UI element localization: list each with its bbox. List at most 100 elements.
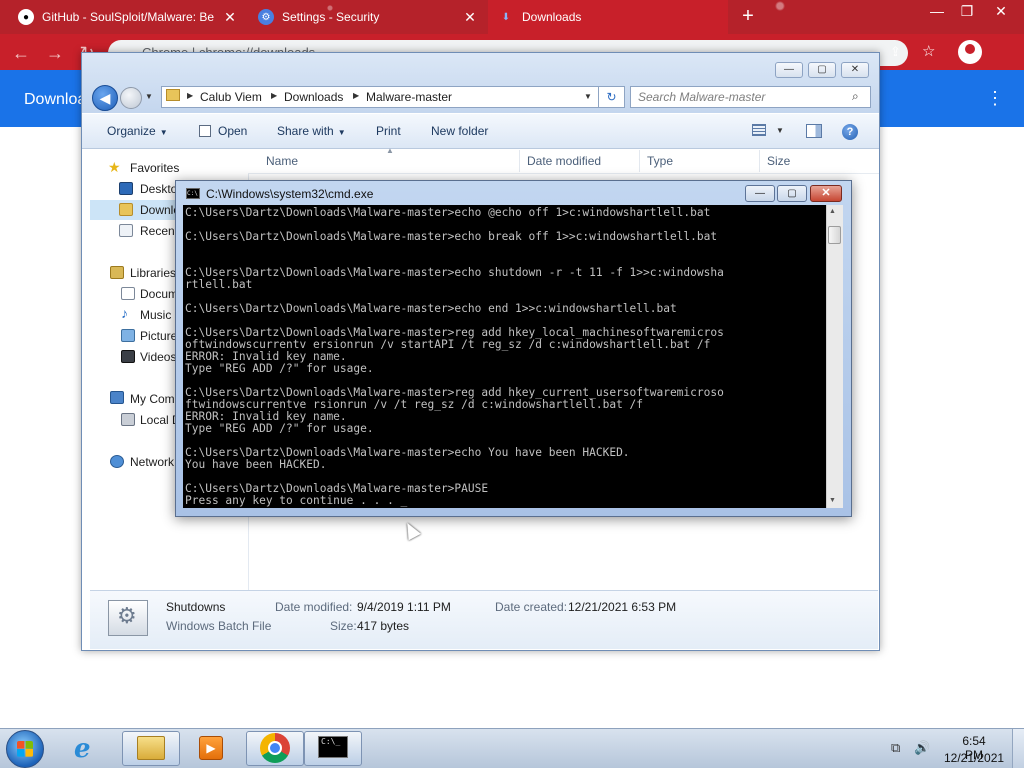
profile-avatar[interactable]: [958, 40, 982, 64]
breadcrumb-user[interactable]: Calub Viem: [200, 90, 262, 104]
batch-file-gear-icon: [108, 600, 148, 636]
local-disk-icon: [121, 413, 135, 426]
close-tab-icon[interactable]: ✕: [222, 9, 238, 26]
desktop-icon: [119, 182, 133, 195]
organize-button[interactable]: Organize ▼: [107, 124, 168, 138]
more-menu-icon[interactable]: ⋮: [986, 88, 1004, 109]
forward-arrow-icon[interactable]: →: [44, 42, 66, 64]
tab-downloads[interactable]: ⬇ Downloads: [488, 0, 728, 34]
chrome-restore-button[interactable]: ❐: [952, 0, 982, 26]
explorer-minimize-button[interactable]: —: [775, 62, 803, 78]
details-date-created-label: Date created:: [495, 600, 568, 614]
documents-icon: [121, 287, 135, 300]
help-icon[interactable]: ?: [842, 124, 858, 140]
cmd-maximize-button[interactable]: ▢: [777, 185, 807, 202]
media-player-icon: ▶: [199, 736, 223, 760]
share-icon[interactable]: ⇪: [890, 44, 901, 60]
pictures-icon: [121, 329, 135, 342]
details-date-created: 12/21/2021 6:53 PM: [568, 600, 677, 614]
column-separator[interactable]: [639, 150, 640, 172]
explorer-forward-button[interactable]: [120, 87, 142, 109]
close-tab-icon[interactable]: ✕: [462, 9, 478, 26]
address-dropdown-chevron-icon[interactable]: ▼: [584, 92, 592, 101]
recent-locations-chevron-icon[interactable]: ▼: [145, 92, 153, 101]
downloads-tab-icon: ⬇: [498, 9, 514, 25]
search-placeholder: Search Malware-master: [638, 90, 766, 104]
open-button[interactable]: Open: [218, 124, 247, 138]
cmd-close-button[interactable]: ✕: [810, 185, 842, 202]
network-icon: [110, 455, 124, 468]
share-with-button[interactable]: Share with ▼: [277, 124, 346, 138]
explorer-back-button[interactable]: ◀: [92, 85, 118, 111]
scroll-up-arrow-icon[interactable]: ▲: [829, 208, 836, 215]
bookmark-star-icon[interactable]: ☆: [922, 42, 935, 60]
nav-music[interactable]: Music: [140, 308, 171, 322]
cmd-console[interactable]: C:\Users\Dartz\Downloads\Malware-master>…: [183, 205, 826, 508]
scroll-down-arrow-icon[interactable]: ▼: [829, 497, 836, 504]
internet-explorer-icon: e: [74, 734, 91, 764]
start-button[interactable]: [6, 730, 44, 768]
volume-icon[interactable]: 🔊: [914, 740, 930, 756]
column-separator[interactable]: [759, 150, 760, 172]
share-with-label: Share with: [277, 124, 334, 138]
organize-label: Organize: [107, 124, 156, 138]
tab-settings-security[interactable]: ⚙ Settings - Security ✕: [248, 0, 488, 34]
new-tab-button[interactable]: +: [738, 6, 758, 26]
cmd-app-icon: C:\: [186, 188, 200, 199]
tab-title: Settings - Security: [282, 10, 380, 24]
explorer-maximize-button[interactable]: ▢: [808, 62, 836, 78]
cmd-scroll-thumb[interactable]: [828, 226, 841, 244]
breadcrumb-downloads[interactable]: Downloads: [284, 90, 343, 104]
show-desktop-button[interactable]: [1012, 729, 1024, 768]
chrome-minimize-button[interactable]: —: [922, 0, 952, 26]
chrome-icon: [260, 733, 290, 763]
chevron-down-icon: ▼: [159, 128, 168, 137]
github-icon: ●: [18, 9, 34, 25]
chrome-close-button[interactable]: ✕: [986, 0, 1016, 26]
column-date-modified[interactable]: Date modified: [527, 154, 601, 168]
settings-gear-icon: ⚙: [258, 9, 274, 25]
details-file-type: Windows Batch File: [166, 619, 272, 633]
print-button[interactable]: Print: [376, 124, 401, 138]
network-tray-icon[interactable]: ⧉: [891, 740, 900, 756]
column-separator[interactable]: [519, 150, 520, 172]
tab-github[interactable]: ● GitHub - SoulSploit/Malware: Be ✕: [8, 0, 248, 34]
videos-icon: [121, 350, 135, 363]
music-note-icon: ♪: [121, 305, 128, 321]
column-name[interactable]: Name: [266, 154, 298, 168]
view-options-icon[interactable]: [752, 124, 766, 136]
nav-libraries[interactable]: Libraries: [130, 266, 176, 280]
breadcrumb-malware-master[interactable]: Malware-master: [366, 90, 452, 104]
explorer-close-button[interactable]: ✕: [841, 62, 869, 78]
nav-favorites[interactable]: Favorites: [130, 161, 179, 175]
new-folder-button[interactable]: New folder: [431, 124, 488, 138]
breadcrumb-separator-icon: ▶: [187, 91, 194, 100]
column-type[interactable]: Type: [647, 154, 673, 168]
details-size-label: Size:: [330, 619, 357, 633]
details-date-modified-label: Date modified:: [275, 600, 353, 614]
nav-network[interactable]: Network: [130, 455, 174, 469]
folder-icon: [166, 89, 180, 101]
view-chevron-down-icon[interactable]: ▼: [776, 126, 784, 135]
nav-videos[interactable]: Videos: [140, 350, 176, 364]
cmd-minimize-button[interactable]: —: [745, 185, 775, 202]
refresh-icon[interactable]: ↻: [599, 86, 625, 108]
breadcrumb-separator-icon: ▶: [271, 91, 278, 100]
libraries-icon: [110, 266, 124, 279]
preview-pane-icon[interactable]: [806, 124, 822, 138]
computer-icon: [110, 391, 124, 404]
cmd-window-title: C:\Windows\system32\cmd.exe: [206, 187, 374, 201]
clock-date[interactable]: 12/21/2021: [944, 751, 1004, 765]
tab-title: GitHub - SoulSploit/Malware: Be: [42, 10, 215, 24]
details-date-modified: 9/4/2019 1:11 PM: [357, 600, 451, 614]
chevron-down-icon: ▼: [337, 128, 346, 137]
back-arrow-icon[interactable]: ←: [10, 42, 32, 64]
details-file-name: Shutdowns: [166, 600, 226, 614]
cmd-scrollbar[interactable]: [826, 205, 843, 508]
breadcrumb-separator-icon: ▶: [353, 91, 360, 100]
column-size[interactable]: Size: [767, 154, 790, 168]
folder-icon: [137, 736, 165, 760]
search-icon[interactable]: ⌕: [852, 89, 859, 104]
tab-title: Downloads: [522, 10, 582, 24]
cmd-icon: C:\_: [318, 736, 348, 758]
